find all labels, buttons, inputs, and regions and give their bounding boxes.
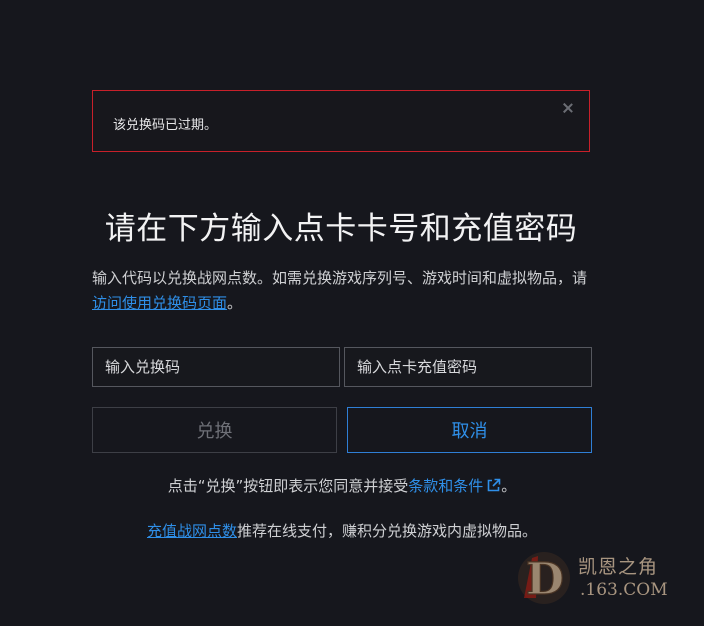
terms-link[interactable]: 条款和条件 xyxy=(408,477,483,495)
terms-suffix: 。 xyxy=(501,477,517,495)
redeem-code-input[interactable] xyxy=(92,347,340,387)
card-password-input[interactable] xyxy=(344,347,592,387)
watermark-line1: 凯恩之角 xyxy=(578,556,659,578)
diablo-d-logo: D xyxy=(518,552,570,606)
close-icon[interactable] xyxy=(561,101,575,115)
redeem-code-page-link[interactable]: 访问使用兑换码页面 xyxy=(92,294,227,312)
description: 输入代码以兑换战网点数。如需兑换游戏序列号、游戏时间和虚拟物品，请访问使用兑换码… xyxy=(92,266,592,316)
recharge-notice: 充值战网点数推荐在线支付，赚积分兑换游戏内虚拟物品。 xyxy=(92,520,592,541)
terms-notice: 点击“兑换”按钮即表示您同意并接受条款和条件。 xyxy=(92,475,592,497)
expired-code-alert: 该兑换码已过期。 xyxy=(92,90,590,152)
external-link-icon[interactable] xyxy=(486,478,501,497)
redeem-page: 该兑换码已过期。 请在下方输入点卡卡号和充值密码 输入代码以兑换战网点数。如需兑… xyxy=(0,0,704,626)
description-text: 输入代码以兑换战网点数。如需兑换游戏序列号、游戏时间和虚拟物品，请 xyxy=(92,269,588,287)
description-suffix: 。 xyxy=(227,294,243,312)
redeem-button[interactable]: 兑换 xyxy=(92,407,337,453)
recharge-text: 推荐在线支付，赚积分兑换游戏内虚拟物品。 xyxy=(237,522,538,540)
watermark-line2: .163.COM xyxy=(580,580,668,600)
alert-message: 该兑换码已过期。 xyxy=(113,118,218,133)
logo-letter: D xyxy=(526,554,564,605)
recharge-link[interactable]: 充值战网点数 xyxy=(147,522,237,540)
terms-prefix: 点击“兑换”按钮即表示您同意并接受 xyxy=(167,477,409,495)
watermark: D 凯恩之角 .163.COM xyxy=(516,548,688,610)
page-title: 请在下方输入点卡卡号和充值密码 xyxy=(104,211,578,247)
cancel-button[interactable]: 取消 xyxy=(347,407,592,453)
